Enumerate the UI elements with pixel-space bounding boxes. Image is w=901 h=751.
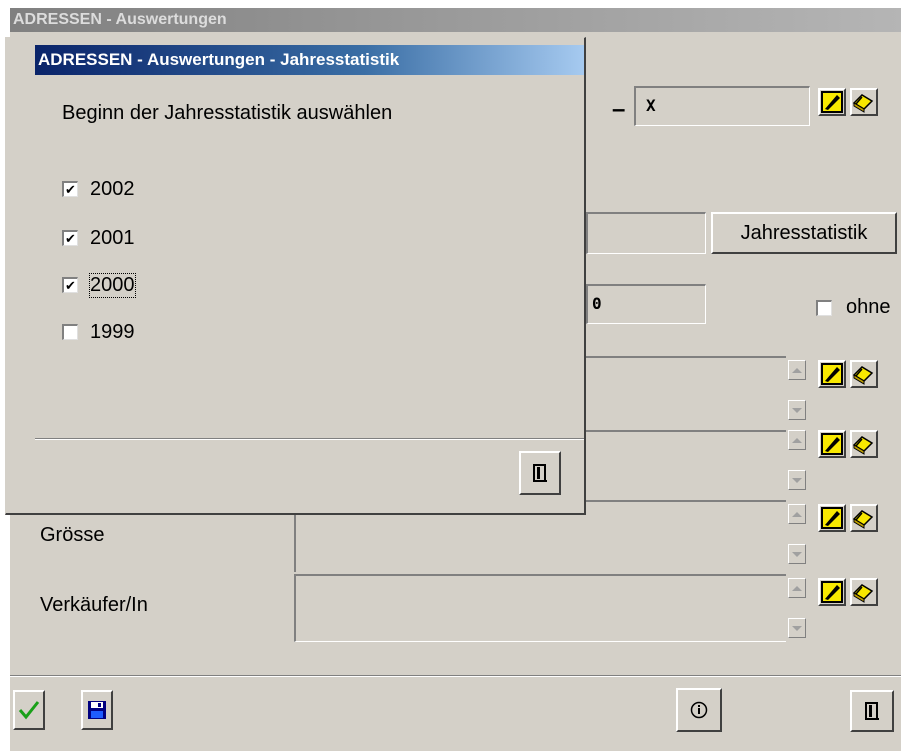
dialog-prompt: Beginn der Jahresstatistik auswählen [62, 102, 393, 124]
door-exit-icon [533, 464, 547, 482]
ohne-label: ohne [846, 296, 891, 318]
year-checkbox[interactable] [62, 324, 78, 340]
range-to-value: X [646, 96, 656, 115]
pencil-icon [821, 91, 843, 113]
arrow-down-icon [792, 551, 802, 557]
dialog-title: ADRESSEN - Auswertungen - Jahresstatisti… [35, 45, 584, 75]
number-field[interactable]: 0 [586, 284, 706, 324]
arrow-up-icon [792, 585, 802, 591]
info-button[interactable] [676, 688, 722, 732]
edit-button[interactable] [818, 430, 846, 458]
arrow-up-icon [792, 437, 802, 443]
ohne-checkbox[interactable] [816, 300, 832, 316]
pencil-icon [821, 363, 843, 385]
list-box-1[interactable] [586, 356, 786, 430]
verkaeufer-list-box[interactable] [294, 574, 786, 642]
list-controls-2 [788, 430, 898, 500]
check-icon: ✔ [65, 278, 76, 293]
year-label: 2002 [90, 178, 135, 200]
scroll-down-button[interactable] [788, 544, 806, 564]
arrow-up-icon [792, 367, 802, 373]
check-icon: ✔ [65, 231, 76, 246]
range-dash: – [612, 96, 626, 123]
list-controls-1 [788, 360, 898, 430]
scroll-down-button[interactable] [788, 618, 806, 638]
main-window-title: ADRESSEN - Auswertungen [10, 8, 901, 32]
year-list: ✔ 2002 ✔ 2001 ✔ 2000 1999 [62, 170, 262, 360]
edit-button[interactable] [818, 88, 846, 116]
range-to-field[interactable]: X [634, 86, 810, 126]
verkaeufer-label: Verkäufer/In [40, 594, 148, 616]
clear-button[interactable] [850, 360, 878, 388]
eraser-icon [852, 510, 874, 529]
scroll-up-button[interactable] [788, 578, 806, 598]
number-field-value: 0 [592, 294, 602, 313]
arrow-down-icon [792, 625, 802, 631]
date-field[interactable] [586, 212, 706, 254]
year-checkbox[interactable]: ✔ [62, 181, 78, 197]
scroll-up-button[interactable] [788, 360, 806, 380]
jahresstatistik-label: Jahresstatistik [740, 221, 868, 244]
eraser-icon [852, 436, 874, 455]
pencil-icon [821, 507, 843, 529]
exit-button[interactable] [850, 690, 894, 732]
eraser-icon [852, 584, 874, 603]
year-option-2000[interactable]: ✔ 2000 [62, 273, 202, 298]
year-option-2001[interactable]: ✔ 2001 [62, 227, 202, 249]
dialog-exit-button[interactable] [519, 451, 561, 495]
scroll-up-button[interactable] [788, 504, 806, 524]
scroll-up-button[interactable] [788, 430, 806, 450]
clear-button[interactable] [850, 88, 878, 116]
clear-button[interactable] [850, 430, 878, 458]
verkaeufer-list-controls [788, 578, 898, 648]
year-checkbox[interactable]: ✔ [62, 230, 78, 246]
door-exit-icon [865, 702, 879, 720]
info-icon [690, 701, 708, 719]
edit-button[interactable] [818, 504, 846, 532]
arrow-down-icon [792, 407, 802, 413]
year-label: 2000 [89, 273, 136, 298]
toolbar-separator [10, 675, 901, 677]
top-edit-buttons [818, 86, 896, 120]
edit-button[interactable] [818, 360, 846, 388]
checkmark-icon [18, 701, 40, 720]
groesse-list-controls [788, 504, 898, 574]
save-button[interactable] [81, 690, 113, 730]
groesse-label: Grösse [40, 524, 105, 546]
jahresstatistik-button[interactable]: Jahresstatistik [711, 212, 897, 254]
pencil-icon [821, 581, 843, 603]
clear-button[interactable] [850, 578, 878, 606]
year-label: 2001 [90, 227, 135, 249]
eraser-icon [852, 94, 874, 113]
floppy-disk-icon [88, 701, 106, 719]
year-option-1999[interactable]: 1999 [62, 321, 202, 343]
eraser-icon [852, 366, 874, 385]
arrow-up-icon [792, 511, 802, 517]
year-option-2002[interactable]: ✔ 2002 [62, 178, 202, 200]
list-box-2[interactable] [586, 430, 786, 500]
edit-button[interactable] [818, 578, 846, 606]
arrow-down-icon [792, 477, 802, 483]
pencil-icon [821, 433, 843, 455]
check-icon: ✔ [65, 182, 76, 197]
year-label: 1999 [90, 321, 135, 343]
scroll-down-button[interactable] [788, 400, 806, 420]
scroll-down-button[interactable] [788, 470, 806, 490]
dialog-separator [35, 438, 584, 440]
year-checkbox[interactable]: ✔ [62, 277, 78, 293]
clear-button[interactable] [850, 504, 878, 532]
ok-button[interactable] [13, 690, 45, 730]
